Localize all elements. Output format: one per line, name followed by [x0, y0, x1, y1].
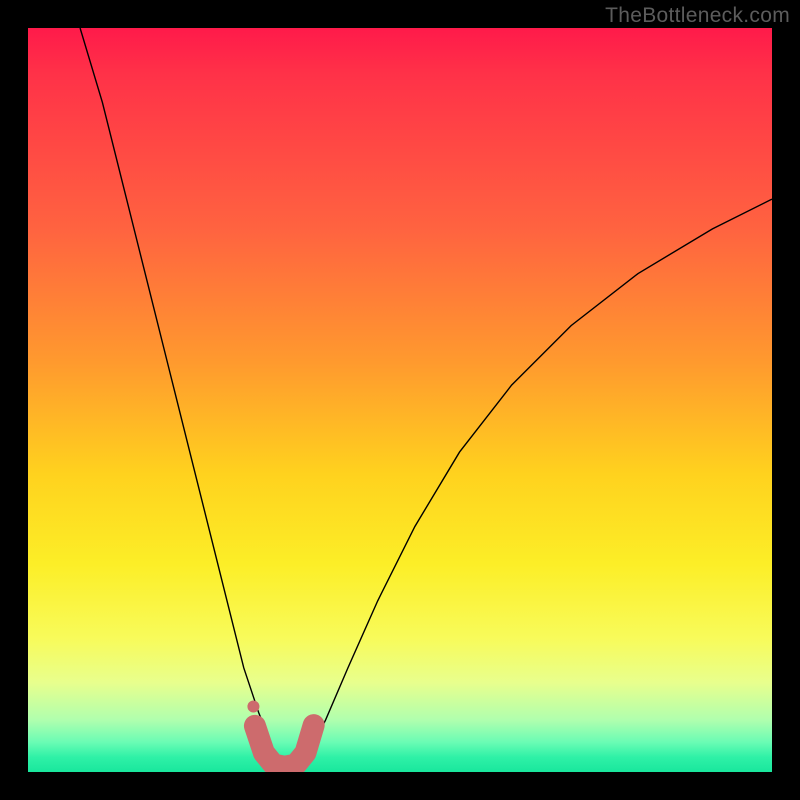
chart-svg [28, 28, 772, 772]
chart-frame: TheBottleneck.com [0, 0, 800, 800]
marker-dot-icon [247, 701, 259, 713]
watermark-text: TheBottleneck.com [605, 4, 790, 28]
bottleneck-curve [80, 28, 772, 765]
plot-area [28, 28, 772, 772]
optimal-range-marker [255, 725, 314, 767]
